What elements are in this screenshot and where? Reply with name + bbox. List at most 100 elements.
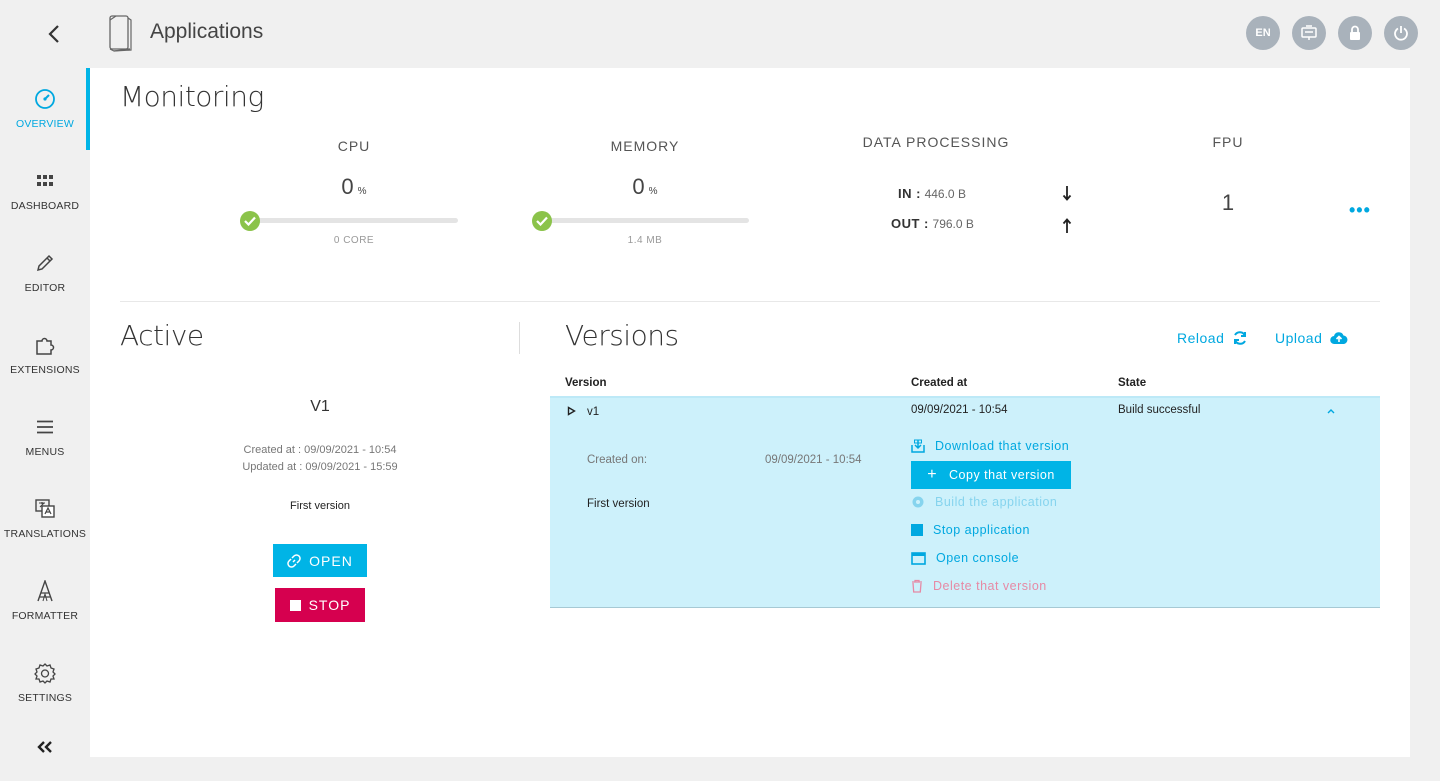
sidebar-item-label: MENUS bbox=[25, 446, 65, 458]
lock-button[interactable] bbox=[1338, 16, 1372, 50]
stop-application-button[interactable]: Stop application bbox=[911, 523, 1030, 537]
refresh-icon bbox=[1234, 331, 1247, 345]
double-chevron-left-icon bbox=[37, 741, 52, 753]
memory-label: MEMORY bbox=[610, 138, 680, 154]
download-version-button[interactable]: Download that version bbox=[911, 439, 1069, 453]
open-button[interactable]: OPEN bbox=[273, 544, 367, 577]
created-on-label: Created on: bbox=[587, 454, 648, 466]
row-created-at: 09/09/2021 - 10:54 bbox=[911, 404, 1008, 416]
collapse-row-icon[interactable] bbox=[1327, 405, 1335, 417]
memory-size: 1.4 MB bbox=[627, 235, 663, 246]
application-icon bbox=[106, 14, 134, 52]
cpu-check-icon bbox=[240, 211, 260, 231]
stop-square-icon bbox=[911, 524, 923, 536]
fpu-value: 1 bbox=[1221, 190, 1235, 215]
stop-label: STOP bbox=[308, 597, 351, 613]
created-on-value: 09/09/2021 - 10:54 bbox=[765, 454, 862, 466]
column-header-state: State bbox=[1118, 377, 1147, 389]
memory-value: 0% bbox=[595, 174, 695, 200]
more-options-button[interactable]: ••• bbox=[1349, 200, 1371, 221]
active-created: Created at : 09/09/2021 - 10:54 bbox=[243, 444, 397, 456]
sidebar-item-label: DASHBOARD bbox=[10, 200, 80, 212]
grid-icon bbox=[34, 170, 56, 192]
open-console-button[interactable]: Open console bbox=[911, 551, 1019, 565]
memory-unit: % bbox=[648, 186, 658, 197]
presentation-icon bbox=[1301, 25, 1317, 40]
top-bar: Applications EN bbox=[0, 0, 1440, 68]
sidebar-item-settings[interactable]: SETTINGS bbox=[0, 642, 90, 724]
sidebar-item-label: SETTINGS bbox=[17, 692, 73, 704]
cpu-label: CPU bbox=[337, 138, 371, 154]
data-processing-label: DATA PROCESSING bbox=[862, 134, 1010, 150]
active-title: Active bbox=[120, 319, 204, 352]
copy-version-button[interactable]: + Copy that version bbox=[911, 461, 1071, 489]
presentation-button[interactable] bbox=[1292, 16, 1326, 50]
memory-value-number: 0 bbox=[632, 174, 645, 199]
build-gear-icon bbox=[912, 496, 924, 508]
cloud-upload-icon bbox=[1330, 332, 1348, 345]
sidebar-item-editor[interactable]: EDITOR bbox=[0, 232, 90, 314]
sidebar-item-label: EXTENSIONS bbox=[10, 364, 80, 376]
sidebar-item-formatter[interactable]: FORMATTER bbox=[0, 560, 90, 642]
plus-icon: + bbox=[927, 466, 938, 483]
gear-icon bbox=[34, 662, 56, 684]
lock-icon bbox=[1350, 25, 1360, 40]
upload-button[interactable]: Upload bbox=[1275, 330, 1348, 346]
power-icon bbox=[1394, 26, 1408, 41]
pencil-icon bbox=[34, 252, 56, 274]
stop-button[interactable]: STOP bbox=[275, 588, 365, 622]
expand-toggle-icon[interactable] bbox=[567, 406, 576, 419]
stop-application-label: Stop application bbox=[933, 523, 1030, 537]
sidebar-item-extensions[interactable]: EXTENSIONS bbox=[0, 314, 90, 396]
collapse-sidebar-button[interactable] bbox=[34, 736, 56, 758]
data-out-value: 796.0 B bbox=[932, 217, 974, 231]
versions-title: Versions bbox=[565, 319, 679, 352]
download-version-label: Download that version bbox=[935, 439, 1070, 453]
header-actions: EN bbox=[1246, 16, 1418, 50]
row-divider bbox=[550, 607, 1380, 608]
delete-version-button[interactable]: Delete that version bbox=[911, 579, 1047, 593]
sidebar-item-menus[interactable]: MENUS bbox=[0, 396, 90, 478]
hamburger-icon bbox=[34, 416, 56, 438]
reload-button[interactable]: Reload bbox=[1177, 330, 1248, 346]
active-version: V1 bbox=[310, 398, 330, 415]
back-button[interactable] bbox=[40, 20, 68, 48]
power-button[interactable] bbox=[1384, 16, 1418, 50]
sidebar-item-translations[interactable]: TRANSLATIONS bbox=[0, 478, 90, 560]
download-icon bbox=[911, 439, 925, 453]
gauge-icon bbox=[34, 88, 56, 110]
language-button[interactable]: EN bbox=[1246, 16, 1280, 50]
data-in-value: 446.0 B bbox=[924, 187, 966, 201]
link-icon bbox=[287, 553, 301, 568]
cpu-value-number: 0 bbox=[341, 174, 354, 199]
reload-label: Reload bbox=[1177, 330, 1225, 346]
formatter-icon bbox=[34, 580, 56, 602]
sidebar-item-label: TRANSLATIONS bbox=[3, 528, 87, 540]
console-window-icon bbox=[911, 551, 926, 565]
version-description: First version bbox=[587, 498, 650, 510]
puzzle-icon bbox=[34, 334, 56, 356]
build-application-button[interactable]: Build the application bbox=[911, 495, 1057, 509]
arrow-up-icon bbox=[1062, 218, 1072, 239]
data-out-label: OUT : bbox=[891, 216, 929, 231]
column-header-created-at: Created at bbox=[911, 377, 968, 389]
sidebar-item-overview[interactable]: OVERVIEW bbox=[0, 68, 90, 150]
sidebar-item-label: EDITOR bbox=[24, 282, 66, 294]
build-application-label: Build the application bbox=[935, 495, 1058, 509]
translate-icon bbox=[34, 498, 56, 520]
column-header-version: Version bbox=[565, 377, 607, 389]
row-version: v1 bbox=[587, 406, 600, 418]
active-updated: Updated at : 09/09/2021 - 15:59 bbox=[242, 461, 398, 473]
cpu-cores: 0 CORE bbox=[333, 235, 375, 246]
data-out: OUT : 796.0 B bbox=[891, 216, 974, 231]
row-state: Build successful bbox=[1118, 404, 1201, 416]
sidebar: OVERVIEW DASHBOARD EDITOR EXTENSIONS MEN… bbox=[0, 68, 90, 781]
chevron-left-icon bbox=[48, 25, 59, 43]
open-label: OPEN bbox=[309, 552, 353, 569]
open-console-label: Open console bbox=[936, 551, 1020, 565]
sidebar-item-dashboard[interactable]: DASHBOARD bbox=[0, 150, 90, 232]
active-description: First version bbox=[290, 500, 350, 512]
stop-square-icon bbox=[289, 599, 301, 611]
copy-version-label: Copy that version bbox=[949, 468, 1055, 482]
sidebar-item-label: FORMATTER bbox=[11, 610, 79, 622]
